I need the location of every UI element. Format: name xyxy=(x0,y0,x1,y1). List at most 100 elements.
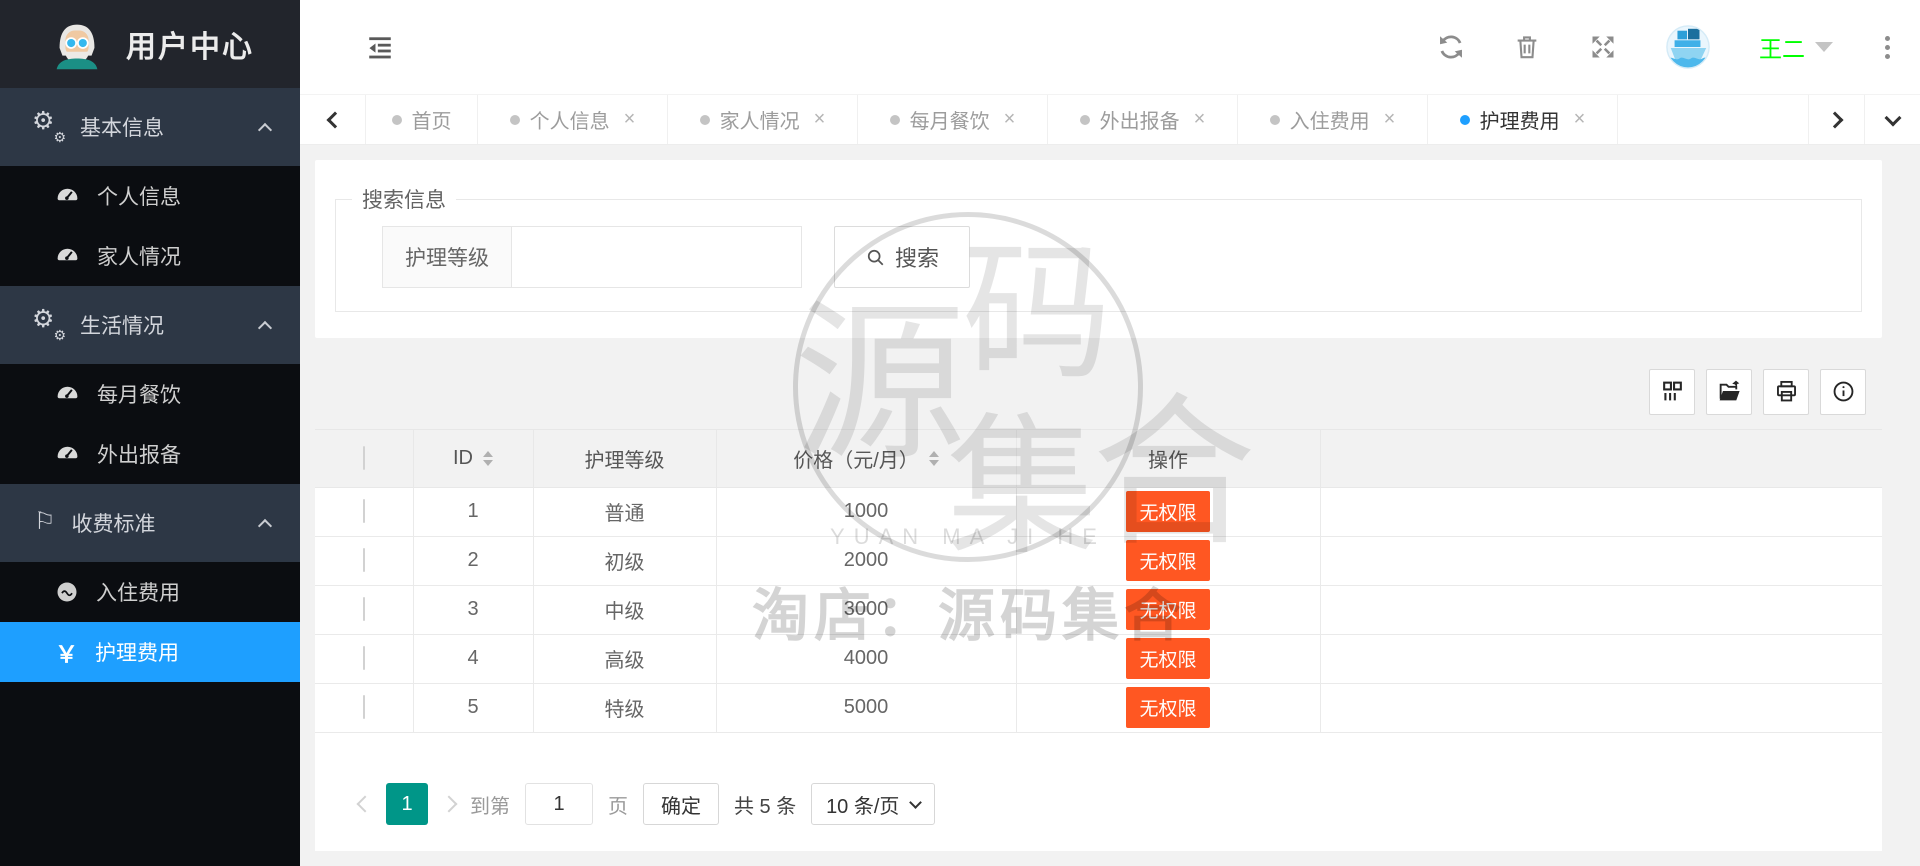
tabbar-spacer xyxy=(1618,95,1808,144)
columns-filter-button[interactable] xyxy=(1649,368,1695,415)
circle-wave-icon xyxy=(55,580,79,604)
yen-icon: ￥ xyxy=(55,641,78,667)
tab-outing-report[interactable]: 外出报备 × xyxy=(1048,95,1238,144)
caret-down-icon xyxy=(1815,42,1833,52)
search-legend: 搜索信息 xyxy=(362,189,446,212)
tab-close-icon[interactable]: × xyxy=(1574,108,1586,131)
tab-close-icon[interactable]: × xyxy=(1194,108,1206,131)
sidebar-item-personal-info[interactable]: 个人信息 xyxy=(0,166,300,226)
row-checkbox[interactable] xyxy=(362,646,365,670)
cell-id: 3 xyxy=(413,585,534,635)
no-permission-button[interactable]: 无权限 xyxy=(1126,589,1210,630)
no-permission-button[interactable]: 无权限 xyxy=(1126,638,1210,679)
tab-label: 护理费用 xyxy=(1479,111,1560,133)
next-page-button[interactable] xyxy=(440,795,458,813)
topbar-actions: 王二 xyxy=(1437,24,1920,70)
gauge-icon xyxy=(55,382,80,407)
search-panel: 搜索信息 护理等级 搜索 xyxy=(315,160,1882,338)
info-button[interactable] xyxy=(1820,368,1866,415)
no-permission-button[interactable]: 无权限 xyxy=(1126,491,1210,532)
tab-dot-icon xyxy=(699,114,710,125)
info-icon xyxy=(1833,381,1853,402)
cell-grade: 初级 xyxy=(533,536,717,586)
sidebar-item-checkin-fee[interactable]: 入住费用 xyxy=(0,562,300,622)
row-checkbox[interactable] xyxy=(362,499,365,523)
tab-close-icon[interactable]: × xyxy=(624,108,636,131)
trash-icon xyxy=(1517,36,1537,59)
tab-personal-info[interactable]: 个人信息 × xyxy=(478,95,668,144)
search-button[interactable]: 搜索 xyxy=(834,226,970,288)
prev-page-button[interactable] xyxy=(356,795,374,813)
clear-cache-button[interactable] xyxy=(1513,33,1541,61)
tab-home[interactable]: 首页 xyxy=(366,95,478,144)
current-page-button[interactable]: 1 xyxy=(386,783,428,825)
tab-label: 每月餐饮 xyxy=(909,111,990,133)
sidebar-group-label: 收费标准 xyxy=(71,513,156,536)
refresh-icon xyxy=(1440,35,1462,59)
more-menu-button[interactable] xyxy=(1881,32,1894,63)
tab-label: 入住费用 xyxy=(1289,111,1370,133)
print-button[interactable] xyxy=(1763,368,1809,415)
cell-price: 3000 xyxy=(716,585,1017,635)
sidebar-item-nursing-fee[interactable]: ￥ 护理费用 xyxy=(0,622,300,682)
gauge-icon xyxy=(55,184,80,209)
export-button[interactable] xyxy=(1706,368,1752,415)
row-checkbox[interactable] xyxy=(362,548,365,572)
tabs-menu-button[interactable] xyxy=(1864,95,1920,144)
chevron-up-icon xyxy=(257,122,273,138)
refresh-button[interactable] xyxy=(1437,33,1465,61)
select-all-checkbox[interactable] xyxy=(362,445,365,470)
sidebar-group-fee-standard[interactable]: ⚐ 收费标准 xyxy=(0,484,300,562)
row-checkbox[interactable] xyxy=(362,597,365,621)
chevron-down-icon xyxy=(909,795,923,809)
header-empty xyxy=(1320,430,1882,488)
tab-close-icon[interactable]: × xyxy=(1384,108,1396,131)
outdent-icon xyxy=(369,37,391,59)
user-dropdown[interactable]: 王二 xyxy=(1759,30,1833,64)
cell-grade: 普通 xyxy=(533,487,717,537)
tab-label: 外出报备 xyxy=(1099,111,1180,133)
sidebar-group-basic-info[interactable]: ⚙ ⚙ 基本信息 xyxy=(0,88,300,166)
tabs-scroll-left-button[interactable] xyxy=(300,95,366,144)
tab-family-info[interactable]: 家人情况 × xyxy=(668,95,858,144)
sidebar-item-monthly-meals[interactable]: 每月餐饮 xyxy=(0,364,300,424)
user-avatar[interactable] xyxy=(1665,24,1711,70)
goto-confirm-button[interactable]: 确定 xyxy=(643,783,719,825)
topbar: 王二 xyxy=(300,0,1920,95)
sidebar-item-family-info[interactable]: 家人情况 xyxy=(0,226,300,286)
goto-page-input[interactable] xyxy=(525,783,593,825)
sidebar-group-life-status[interactable]: ⚙ ⚙ 生活情况 xyxy=(0,286,300,364)
app-title: 用户中心 xyxy=(126,31,254,64)
header-actions: 操作 xyxy=(1016,430,1321,488)
nursing-level-input[interactable] xyxy=(512,226,802,288)
tab-monthly-meals[interactable]: 每月餐饮 × xyxy=(858,95,1048,144)
sidebar: 用户中心 ⚙ ⚙ 基本信息 个人信息 家人情况 ⚙ ⚙ 生活情况 每月餐饮 外出报备 xyxy=(0,0,300,866)
sort-asc-icon xyxy=(928,450,939,457)
data-table: ID 护理等级 价格（元/月） 操作 1 普通 1000 无权限 2 初级 20… xyxy=(315,430,1882,733)
tab-nursing-fee[interactable]: 护理费用 × xyxy=(1428,95,1618,144)
no-permission-button[interactable]: 无权限 xyxy=(1126,540,1210,581)
no-permission-button[interactable]: 无权限 xyxy=(1126,687,1210,728)
cell-grade: 中级 xyxy=(533,585,717,635)
sidebar-collapse-button[interactable] xyxy=(366,30,400,64)
tab-dot-icon xyxy=(509,114,520,125)
sidebar-item-label: 外出报备 xyxy=(97,444,181,467)
sort-price-control[interactable] xyxy=(928,450,939,466)
cell-id: 1 xyxy=(413,487,534,537)
sort-id-control[interactable] xyxy=(483,450,493,466)
search-icon xyxy=(867,249,884,265)
page-size-select[interactable]: 10 条/页 xyxy=(811,783,936,825)
tab-checkin-fee[interactable]: 入住费用 × xyxy=(1238,95,1428,144)
fullscreen-button[interactable] xyxy=(1589,33,1617,61)
tab-close-icon[interactable]: × xyxy=(814,108,826,131)
cell-grade: 特级 xyxy=(533,683,717,733)
tab-close-icon[interactable]: × xyxy=(1004,108,1016,131)
flag-icon: ⚐ xyxy=(34,508,56,535)
sidebar-item-outing-report[interactable]: 外出报备 xyxy=(0,424,300,484)
sidebar-nav: ⚙ ⚙ 基本信息 个人信息 家人情况 ⚙ ⚙ 生活情况 每月餐饮 外出报备 ⚐ 收费… xyxy=(0,88,300,682)
row-checkbox[interactable] xyxy=(362,695,365,719)
tabs-scroll-right-button[interactable] xyxy=(1808,95,1864,144)
tab-dot-icon xyxy=(1079,114,1090,125)
goto-prefix-label: 到第 xyxy=(470,795,510,818)
cell-id: 4 xyxy=(413,634,534,684)
